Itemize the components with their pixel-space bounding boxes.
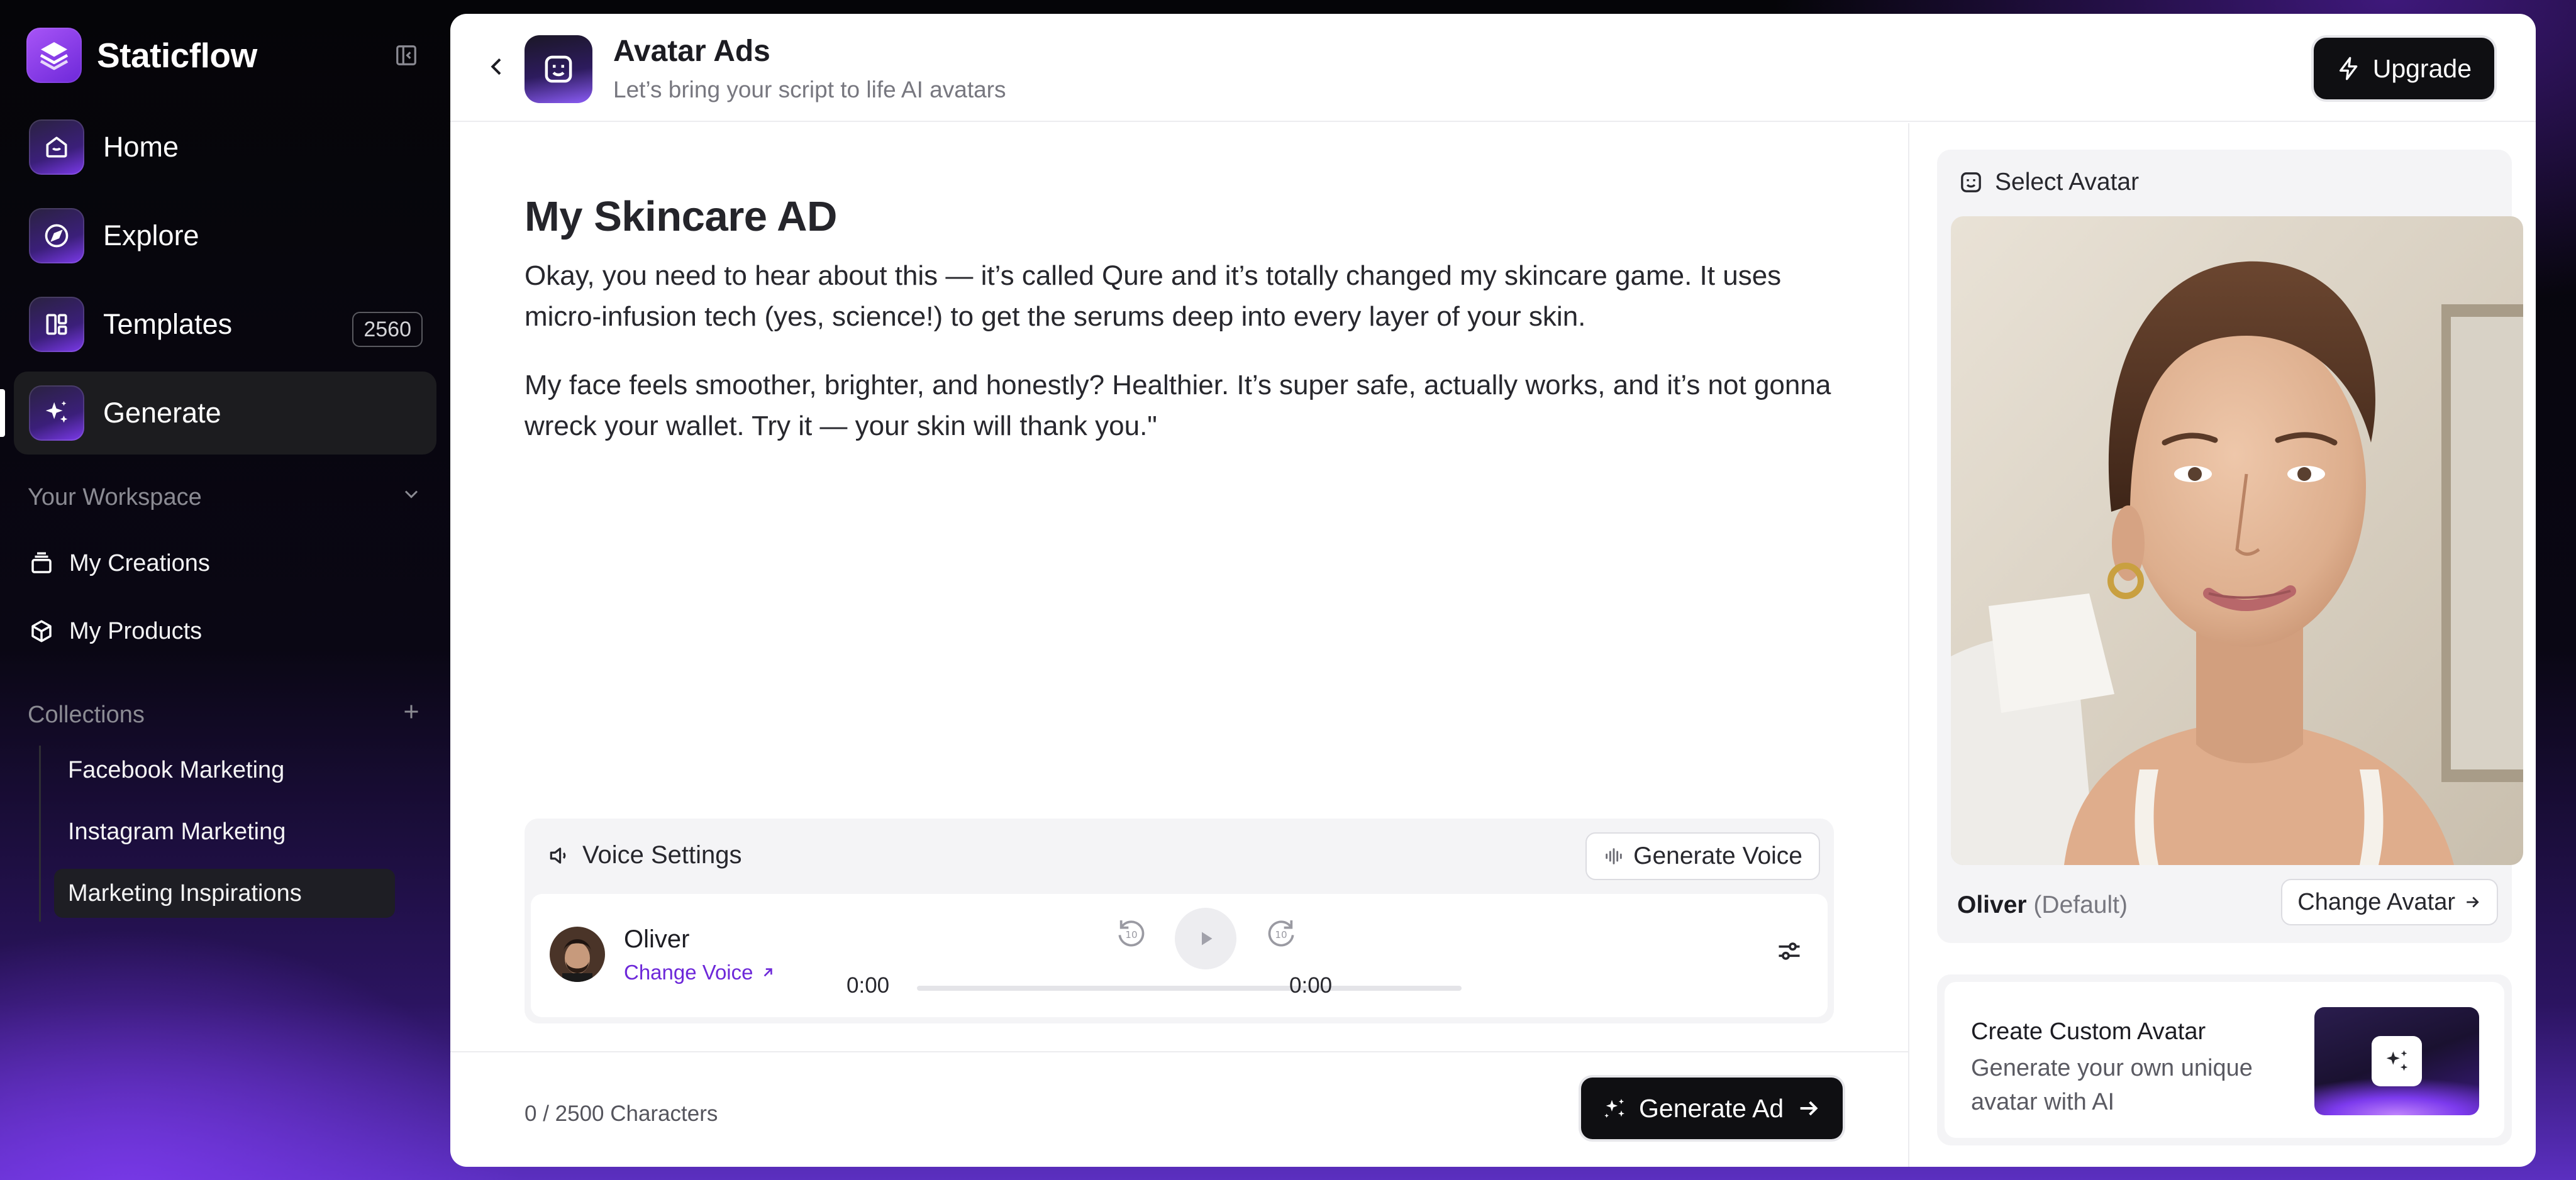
page-title: Avatar Ads: [613, 35, 770, 68]
script-editor: My Skincare AD Okay, you need to hear ab…: [450, 123, 1908, 1167]
collection-item[interactable]: Instagram Marketing: [54, 807, 395, 856]
voice-settings-panel: Voice Settings Generate Voice Oliver Cha…: [525, 819, 1834, 1023]
create-custom-avatar-card[interactable]: Create Custom Avatar Generate your own u…: [1937, 974, 2512, 1145]
avatar-name-text: Oliver: [1957, 891, 2027, 918]
script-paragraph[interactable]: Okay, you need to hear about this — it’s…: [525, 255, 1845, 337]
brand-name: Staticflow: [97, 36, 257, 75]
collections-heading: Collections: [28, 701, 145, 728]
back-arrow-icon[interactable]: [482, 52, 512, 82]
generate-ad-button[interactable]: Generate Ad: [1581, 1078, 1843, 1139]
templates-count-badge: 2560: [352, 312, 423, 347]
script-title[interactable]: My Skincare AD: [525, 192, 837, 241]
nav-label-generate: Generate: [103, 397, 221, 429]
editor-footer: 0 / 2500 Characters Generate Ad: [450, 1051, 1908, 1167]
svg-text:10: 10: [1275, 929, 1287, 940]
custom-avatar-thumbnail: [2314, 1007, 2479, 1115]
custom-avatar-inner: Create Custom Avatar Generate your own u…: [1945, 982, 2504, 1138]
generate-voice-label: Generate Voice: [1633, 842, 1802, 869]
change-voice-link[interactable]: Change Voice: [624, 961, 776, 984]
voice-avatar: [550, 927, 605, 982]
change-avatar-label: Change Avatar: [2297, 888, 2455, 915]
box-icon: [28, 617, 55, 645]
main-panel: Avatar Ads Let’s bring your script to li…: [450, 14, 2536, 1167]
forward-10-icon[interactable]: 10: [1260, 913, 1302, 954]
staticflow-logo-icon: [26, 28, 82, 83]
change-voice-label: Change Voice: [624, 961, 753, 984]
workspace-section-header[interactable]: Your Workspace: [28, 483, 423, 512]
collections-tree-line: [39, 746, 41, 922]
sliders-icon[interactable]: [1774, 935, 1805, 967]
svg-text:10: 10: [1125, 929, 1137, 940]
nav-item-home[interactable]: Home: [14, 106, 436, 189]
avatar-photo[interactable]: [1951, 216, 2523, 865]
waveform-icon: [1606, 848, 1622, 864]
lightning-icon: [2339, 57, 2358, 80]
avatar-column: Select Avatar Oliver (Default) Change Av…: [1908, 123, 2536, 1167]
speaker-icon: [550, 847, 566, 864]
nav-item-generate[interactable]: Generate: [0, 372, 436, 455]
play-icon: [1202, 932, 1213, 946]
sparkles-icon: [2372, 1036, 2422, 1086]
workspace-item-my-creations[interactable]: My Creations: [28, 549, 210, 577]
select-avatar-header: Select Avatar: [1958, 168, 2139, 196]
nav-item-templates[interactable]: Templates 2560: [14, 283, 436, 366]
time-total: 0:00: [1289, 973, 1333, 998]
avatar-name: Oliver (Default): [1957, 891, 2128, 919]
arrow-right-icon: [2467, 896, 2479, 908]
chevron-down-icon: [400, 483, 423, 512]
add-collection-icon[interactable]: [400, 700, 423, 729]
compass-icon: [29, 208, 84, 263]
generate-ad-label: Generate Ad: [1639, 1093, 1784, 1123]
top-bar: Avatar Ads Let’s bring your script to li…: [450, 14, 2536, 122]
play-button[interactable]: [1175, 908, 1236, 969]
arrow-right-icon: [1800, 1101, 1818, 1116]
rewind-10-icon[interactable]: 10: [1111, 913, 1152, 954]
generate-voice-button[interactable]: Generate Voice: [1585, 832, 1820, 880]
avatar-ads-icon: [525, 35, 592, 103]
voice-player: Oliver Change Voice 10 10 0:00 0:00: [531, 894, 1828, 1017]
my-products-label: My Products: [69, 617, 203, 644]
main-nav: Home Explore Templates 2560 Generate: [0, 106, 436, 460]
workspace-item-my-products[interactable]: My Products: [28, 617, 202, 645]
voice-name: Oliver: [624, 925, 690, 953]
templates-icon: [29, 297, 84, 352]
voice-settings-header: Voice Settings: [547, 841, 742, 869]
sparkles-icon: [1604, 1099, 1624, 1118]
nav-item-explore[interactable]: Explore: [14, 194, 436, 277]
change-avatar-button[interactable]: Change Avatar: [2281, 879, 2498, 925]
upgrade-label: Upgrade: [2372, 53, 2472, 83]
select-avatar-heading: Select Avatar: [1995, 168, 2140, 196]
sidebar: Staticflow Home Explore Templates 2560 G…: [0, 0, 449, 1180]
workspace-heading: Your Workspace: [28, 483, 202, 510]
time-current: 0:00: [847, 973, 890, 998]
collection-item[interactable]: Facebook Marketing: [54, 746, 395, 795]
nav-label-home: Home: [103, 131, 179, 163]
collapse-sidebar-icon[interactable]: [394, 43, 419, 68]
character-count: 0 / 2500 Characters: [525, 1101, 718, 1126]
sparkles-icon: [29, 385, 84, 441]
brand[interactable]: Staticflow: [26, 28, 257, 83]
nav-label-templates: Templates: [103, 308, 233, 340]
collections-section-header: Collections: [28, 700, 423, 729]
stack-icon: [28, 549, 55, 577]
script-paragraph[interactable]: My face feels smoother, brighter, and ho…: [525, 365, 1845, 446]
avatar-face-icon: [1961, 172, 1981, 192]
custom-avatar-title: Create Custom Avatar: [1971, 1018, 2206, 1045]
select-avatar-card: Select Avatar Oliver (Default) Change Av…: [1937, 150, 2523, 943]
avatar-default-tag: (Default): [2033, 891, 2128, 918]
upgrade-button[interactable]: Upgrade: [2313, 38, 2494, 99]
collection-item[interactable]: Marketing Inspirations: [54, 869, 395, 918]
page-subtitle: Let’s bring your script to life AI avata…: [613, 77, 1006, 102]
playback-progress-bar[interactable]: [917, 986, 1462, 991]
my-creations-label: My Creations: [69, 549, 210, 576]
nav-label-explore: Explore: [103, 219, 199, 251]
home-icon: [29, 119, 84, 175]
voice-settings-heading: Voice Settings: [582, 841, 742, 869]
custom-avatar-description: Generate your own unique avatar with AI: [1971, 1055, 2253, 1115]
arrow-up-right-icon: [763, 968, 772, 977]
